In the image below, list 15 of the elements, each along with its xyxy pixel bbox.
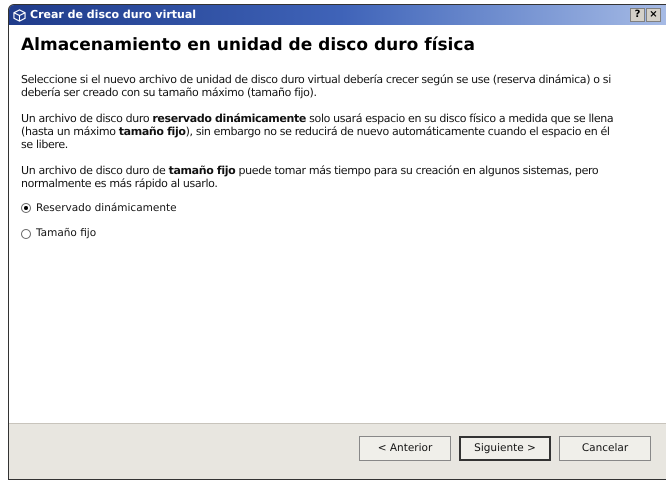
close-button[interactable]: ×: [646, 8, 661, 22]
dialog-button[interactable]: Siguiente >: [459, 436, 551, 461]
dialog-button[interactable]: Cancelar: [559, 436, 651, 461]
dialog-button[interactable]: < Anterior: [359, 436, 451, 461]
radio-button[interactable]: [21, 229, 31, 240]
cube-icon: [13, 8, 26, 22]
radio-label[interactable]: Reservado dinámicamente: [36, 200, 177, 216]
description-text: Un archivo de disco duro de tamaño fijo puede tomar más tiempo para su creación en algunos sistemas, pero normalmente es más rápido al usarlo.: [21, 164, 600, 190]
description-text: Un archivo de disco duro reservado dinámicamente solo usará espacio en su disco físico a medida que se llena (hasta un máximo tamaño fijo), sin embargo no se reducirá de nuevo automáticamente cuando el espacio en él se libere.: [21, 112, 614, 150]
page-heading: Almacenamiento en unidad de disco duro física: [21, 34, 476, 57]
window-title: Crear de disco duro virtual: [30, 6, 196, 23]
radio-label[interactable]: Tamaño fijo: [36, 226, 96, 242]
description-text: Seleccione si el nuevo archivo de unidad de disco duro virtual debería crecer según se use (reserva dinámica) o si debería ser creado con su tamaño máximo (tamaño fijo).: [21, 72, 612, 98]
help-button[interactable]: ?: [630, 8, 645, 22]
radio-button[interactable]: [21, 203, 31, 214]
